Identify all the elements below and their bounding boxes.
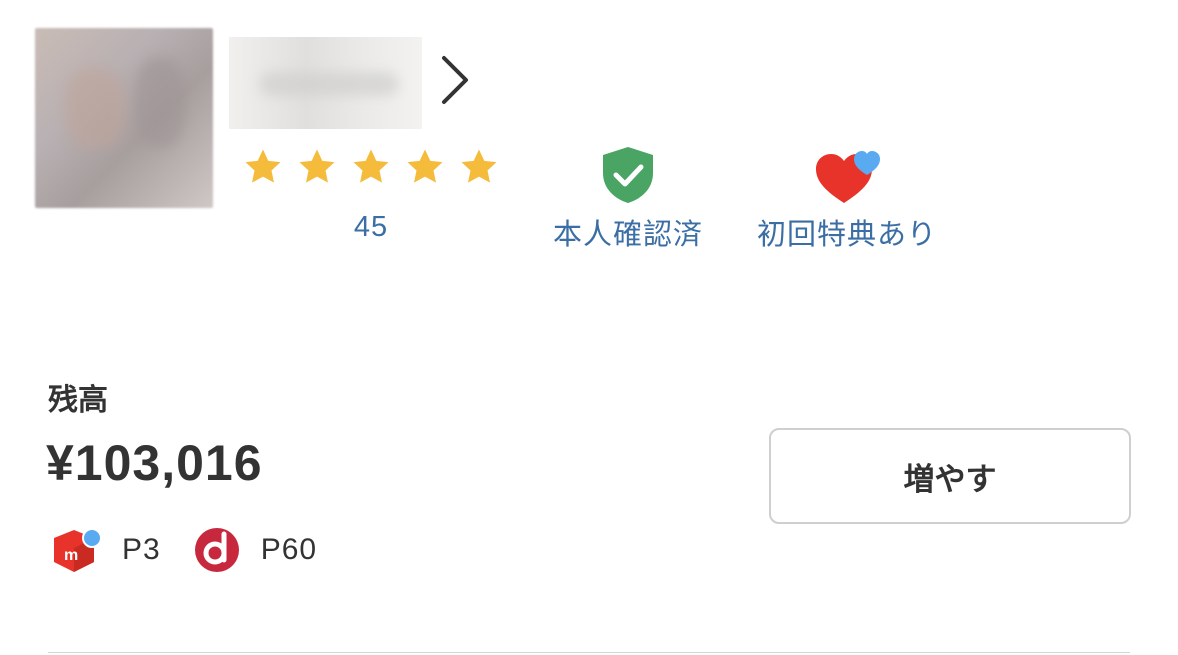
add-balance-button[interactable]: 増やす xyxy=(769,428,1131,524)
d-points-value: P60 xyxy=(260,533,318,566)
star-icon xyxy=(407,149,443,183)
shield-check-icon xyxy=(603,147,653,203)
divider xyxy=(48,652,1130,653)
merpay-points-value: P3 xyxy=(122,533,161,566)
merpay-icon: m xyxy=(54,528,102,572)
star-icon xyxy=(461,149,497,183)
d-point-icon xyxy=(194,528,239,572)
star-icon xyxy=(245,149,281,183)
verified-badge[interactable]: 本人確認済 xyxy=(548,145,708,253)
balance-amount: ¥103,016 xyxy=(46,435,263,491)
chevron-right-icon[interactable] xyxy=(438,52,472,108)
balance-label: 残高 xyxy=(48,383,108,418)
username-blurred[interactable] xyxy=(229,37,422,129)
rating-section[interactable]: 45 xyxy=(240,145,502,244)
first-time-benefit-badge[interactable]: 初回特典あり xyxy=(752,145,942,253)
avatar[interactable] xyxy=(35,28,213,208)
rating-count[interactable]: 45 xyxy=(240,211,502,244)
points-row: m P3 P60 xyxy=(50,526,349,574)
profile-page: 45 本人確認済 初回特典あり 残高 ¥103,016 m P3 P60 増やす xyxy=(0,0,1178,655)
heart-icon xyxy=(816,151,880,203)
svg-text:m: m xyxy=(64,547,78,564)
merpay-points[interactable]: m P3 xyxy=(50,526,161,574)
rating-stars xyxy=(240,145,502,189)
star-icon xyxy=(299,149,335,183)
star-icon xyxy=(353,149,389,183)
verified-label: 本人確認済 xyxy=(552,219,703,251)
d-points[interactable]: P60 xyxy=(193,526,317,574)
first-time-label: 初回特典あり xyxy=(756,219,937,251)
